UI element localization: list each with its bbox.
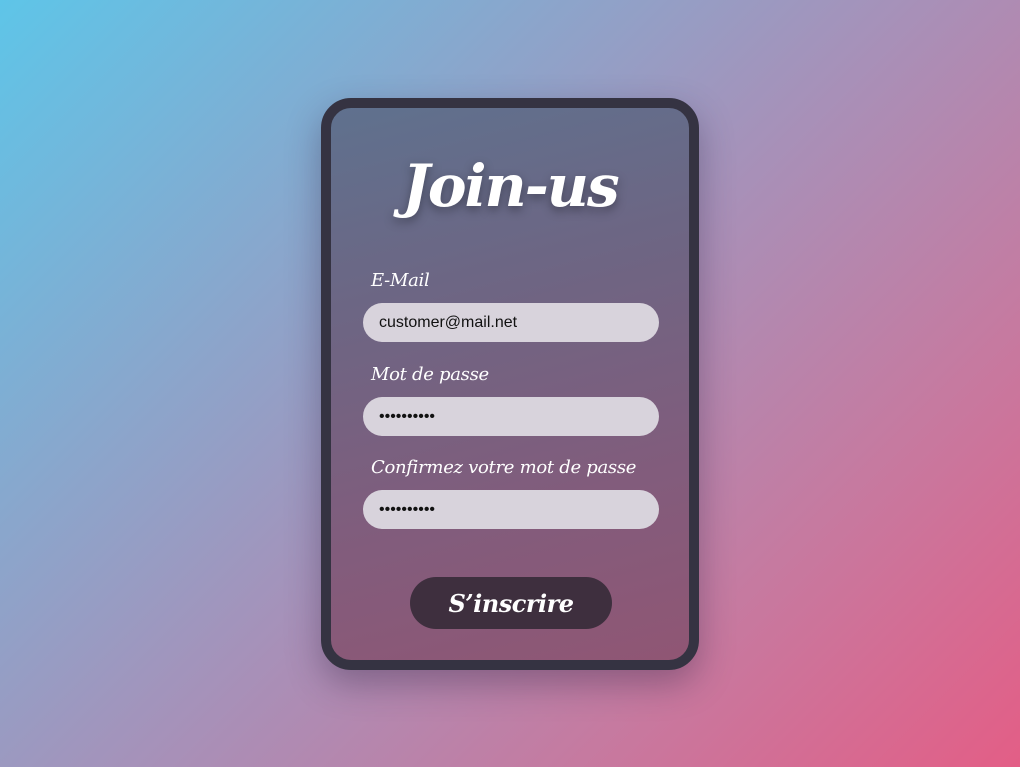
form-title: Join-us bbox=[402, 152, 619, 220]
signup-card: Join-us E-Mail Mot de passe Confirmez vo… bbox=[321, 98, 699, 670]
password-label: Mot de passe bbox=[371, 364, 489, 385]
email-field[interactable] bbox=[363, 303, 659, 342]
signup-button[interactable]: S’inscrire bbox=[410, 577, 612, 629]
confirm-password-field[interactable] bbox=[363, 490, 659, 529]
password-field[interactable] bbox=[363, 397, 659, 436]
confirm-password-label: Confirmez votre mot de passe bbox=[371, 457, 637, 478]
email-label: E-Mail bbox=[371, 270, 430, 291]
